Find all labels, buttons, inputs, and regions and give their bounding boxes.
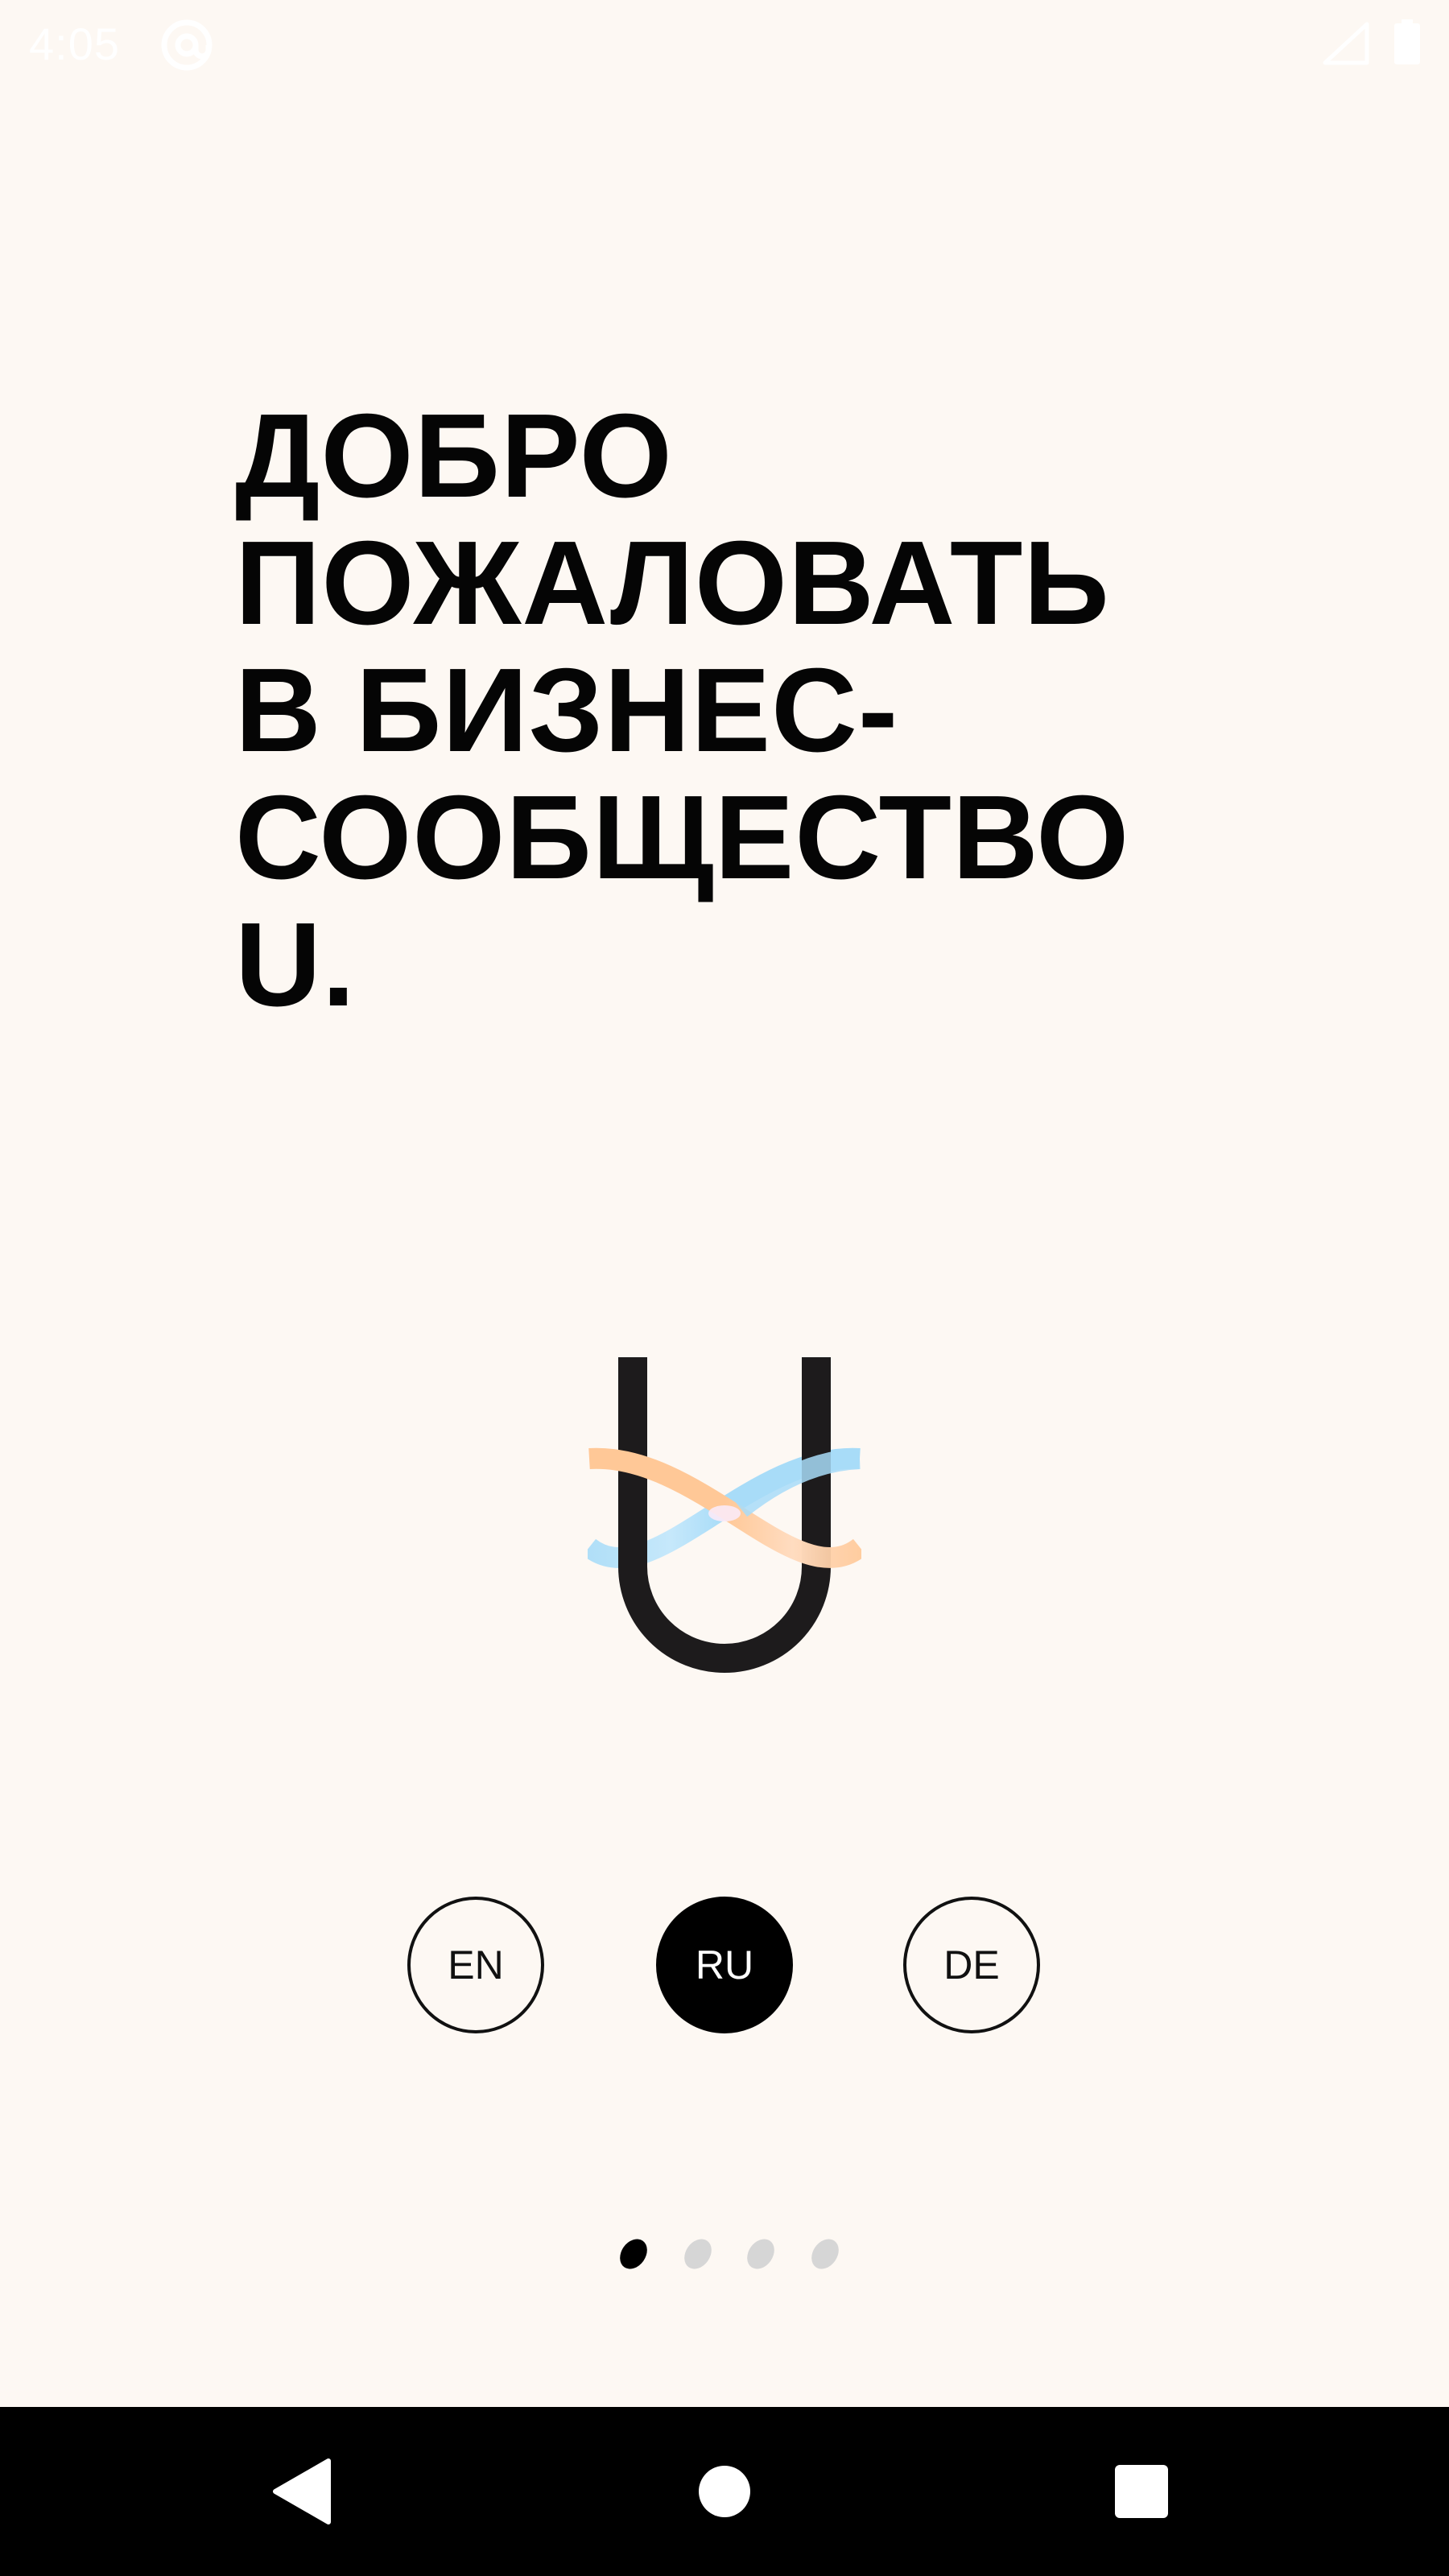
title-line-4: СООБЩЕСТВО bbox=[235, 771, 1130, 904]
title-line-2: ПОЖАЛОВАТЬ bbox=[235, 517, 1110, 650]
title-line-3: В БИЗНЕС- bbox=[235, 644, 899, 777]
language-button-en[interactable]: EN bbox=[407, 1897, 544, 2033]
status-bar: 4:05 bbox=[0, 0, 1449, 84]
title-line-5: U. bbox=[235, 898, 356, 1031]
battery-icon bbox=[1394, 19, 1420, 64]
title-line-1: ДОБРО bbox=[235, 390, 673, 522]
page-dot-3[interactable] bbox=[741, 2234, 780, 2274]
recents-icon bbox=[1115, 2465, 1168, 2518]
at-sign-icon bbox=[161, 19, 213, 71]
page-indicator bbox=[0, 2233, 1449, 2274]
home-icon bbox=[699, 2466, 750, 2517]
signal-icon bbox=[1323, 22, 1369, 65]
language-selector: EN RU DE bbox=[0, 1897, 1449, 2038]
page-dot-1[interactable] bbox=[614, 2234, 653, 2274]
status-time: 4:05 bbox=[29, 19, 120, 69]
recents-button[interactable] bbox=[1093, 2447, 1190, 2536]
welcome-title: ДОБРО ПОЖАЛОВАТЬ В БИЗНЕС- СООБЩЕСТВО U. bbox=[235, 393, 1282, 1029]
navigation-bar bbox=[0, 2407, 1449, 2576]
page-dot-2[interactable] bbox=[679, 2234, 717, 2274]
home-button[interactable] bbox=[676, 2447, 773, 2536]
language-button-de[interactable]: DE bbox=[903, 1897, 1040, 2033]
u-logo-icon bbox=[588, 1357, 861, 1673]
back-icon bbox=[273, 2458, 331, 2524]
page-dot-4[interactable] bbox=[806, 2234, 844, 2274]
back-button[interactable] bbox=[254, 2447, 351, 2536]
language-button-ru[interactable]: RU bbox=[656, 1897, 793, 2033]
